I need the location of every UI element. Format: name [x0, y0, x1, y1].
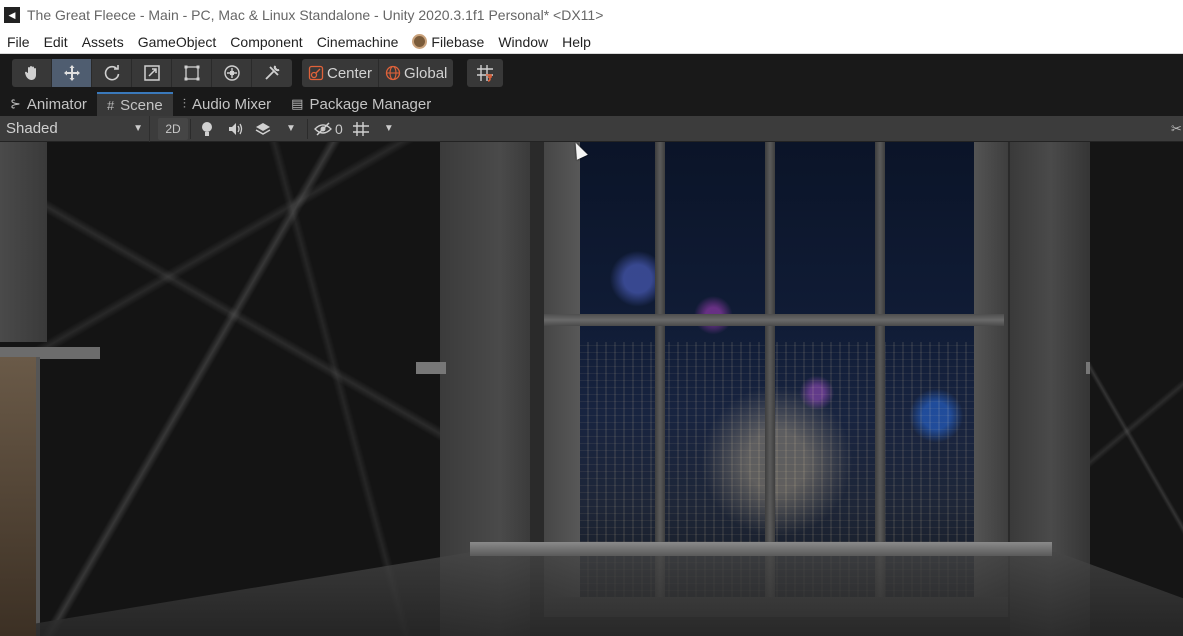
railing-glass [36, 552, 1183, 636]
pivot-mode-button[interactable]: Center [302, 59, 380, 87]
menu-edit[interactable]: Edit [37, 30, 75, 54]
rotate-icon [104, 65, 119, 81]
window-mullion [765, 142, 775, 602]
filebase-monkey-icon [412, 34, 428, 49]
lighting-toggle-button[interactable] [193, 118, 221, 140]
tab-package-manager[interactable]: ▤ Package Manager [281, 92, 441, 116]
package-icon: ▤ [291, 96, 304, 111]
scale-icon [143, 65, 160, 81]
title-bar: ◀ The Great Fleece - Main - PC, Mac & Li… [0, 0, 1183, 30]
hidden-eye-icon [314, 121, 332, 136]
move-icon [63, 65, 80, 81]
custom-tool-button[interactable] [252, 59, 292, 87]
menu-filebase-label: Filebase [431, 33, 485, 50]
grid-icon [352, 121, 369, 136]
pivot-mode-label: Center [327, 64, 373, 82]
glass-railing [0, 542, 1183, 636]
menu-component[interactable]: Component [223, 30, 309, 54]
menu-cinemachine[interactable]: Cinemachine [310, 30, 406, 54]
menu-assets[interactable]: Assets [75, 30, 131, 54]
window-mullion [875, 142, 885, 602]
transform-tools [12, 59, 292, 87]
gray-panel [0, 142, 47, 342]
separator [307, 118, 308, 139]
grid-dropdown-button[interactable]: ▼ [375, 118, 403, 140]
pivot-controls: Center Global [302, 59, 454, 87]
scene-viewport[interactable] [0, 142, 1183, 636]
hand-tool-button[interactable] [12, 59, 52, 87]
window-mullion [655, 142, 665, 602]
tools-icon [265, 65, 280, 80]
speaker-icon [229, 122, 243, 135]
chevron-down-icon: ▼ [383, 123, 394, 134]
transform-icon [223, 65, 240, 81]
menu-file[interactable]: File [0, 30, 37, 54]
rect-tool-button[interactable] [172, 59, 212, 87]
tab-scene[interactable]: # Scene [96, 92, 173, 116]
animator-icon: ⊱ [10, 96, 21, 111]
grid-toggle-button[interactable] [347, 118, 375, 140]
menu-window[interactable]: Window [491, 30, 555, 54]
hidden-count: 0 [335, 120, 343, 137]
menu-bar: File Edit Assets GameObject Component Ci… [0, 30, 1183, 54]
railing-top-bar [470, 542, 1052, 556]
shading-mode-dropdown[interactable]: Shaded ▼ [0, 115, 150, 142]
unity-logo-icon: ◀ [4, 7, 20, 23]
effects-dropdown-button[interactable]: ▼ [277, 118, 305, 140]
separator [190, 118, 191, 139]
grid-snap-button[interactable] [467, 59, 504, 87]
editor-tabs: ⊱ Animator # Scene ⫶ Audio Mixer ▤ Packa… [0, 92, 1183, 116]
effects-toggle-button[interactable] [249, 118, 277, 140]
tab-animator[interactable]: ⊱ Animator [0, 92, 97, 116]
tab-animator-label: Animator [26, 95, 87, 113]
scene-toolbar: Shaded ▼ 2D ▼ 0 ▼ ✂ [0, 115, 1183, 142]
chevron-down-icon: ▼ [286, 123, 296, 134]
window-title: The Great Fleece - Main - PC, Mac & Linu… [27, 7, 604, 23]
tab-scene-label: Scene [120, 96, 163, 114]
tab-package-manager-label: Package Manager [309, 95, 432, 113]
tab-audio-mixer-label: Audio Mixer [191, 95, 272, 113]
rotate-tool-button[interactable] [92, 59, 132, 87]
tab-audio-mixer[interactable]: ⫶ Audio Mixer [173, 92, 281, 116]
layers-effects-icon [255, 122, 271, 135]
toggle-2d-button[interactable]: 2D [158, 117, 188, 140]
shading-mode-value: Shaded [6, 120, 58, 137]
scene-tools-icon[interactable]: ✂ [1171, 116, 1183, 142]
pivot-center-icon [308, 65, 324, 81]
grid-snap-icon [477, 65, 494, 82]
pivot-rotation-label: Global [404, 64, 448, 82]
scene-visibility-button[interactable]: 0 [310, 118, 347, 140]
menu-help[interactable]: Help [555, 30, 598, 54]
pivot-rotation-button[interactable]: Global [379, 59, 454, 87]
column-ledge-left [416, 362, 446, 374]
hand-icon [24, 66, 36, 80]
window-transom [544, 314, 1004, 326]
globe-icon [385, 65, 401, 81]
chevron-down-icon: ▼ [133, 123, 143, 134]
audio-toggle-button[interactable] [221, 118, 249, 140]
scene-icon: # [106, 97, 115, 113]
move-tool-button[interactable] [52, 59, 92, 87]
menu-filebase[interactable]: Filebase [405, 30, 491, 54]
lightbulb-icon [202, 121, 212, 136]
menu-gameobject[interactable]: GameObject [131, 30, 224, 54]
audio-mixer-icon: ⫶ [182, 96, 186, 111]
scale-tool-button[interactable] [132, 59, 172, 87]
main-toolbar: Center Global [0, 54, 1183, 92]
rect-tool-icon [184, 65, 199, 81]
transform-tool-button[interactable] [212, 59, 252, 87]
